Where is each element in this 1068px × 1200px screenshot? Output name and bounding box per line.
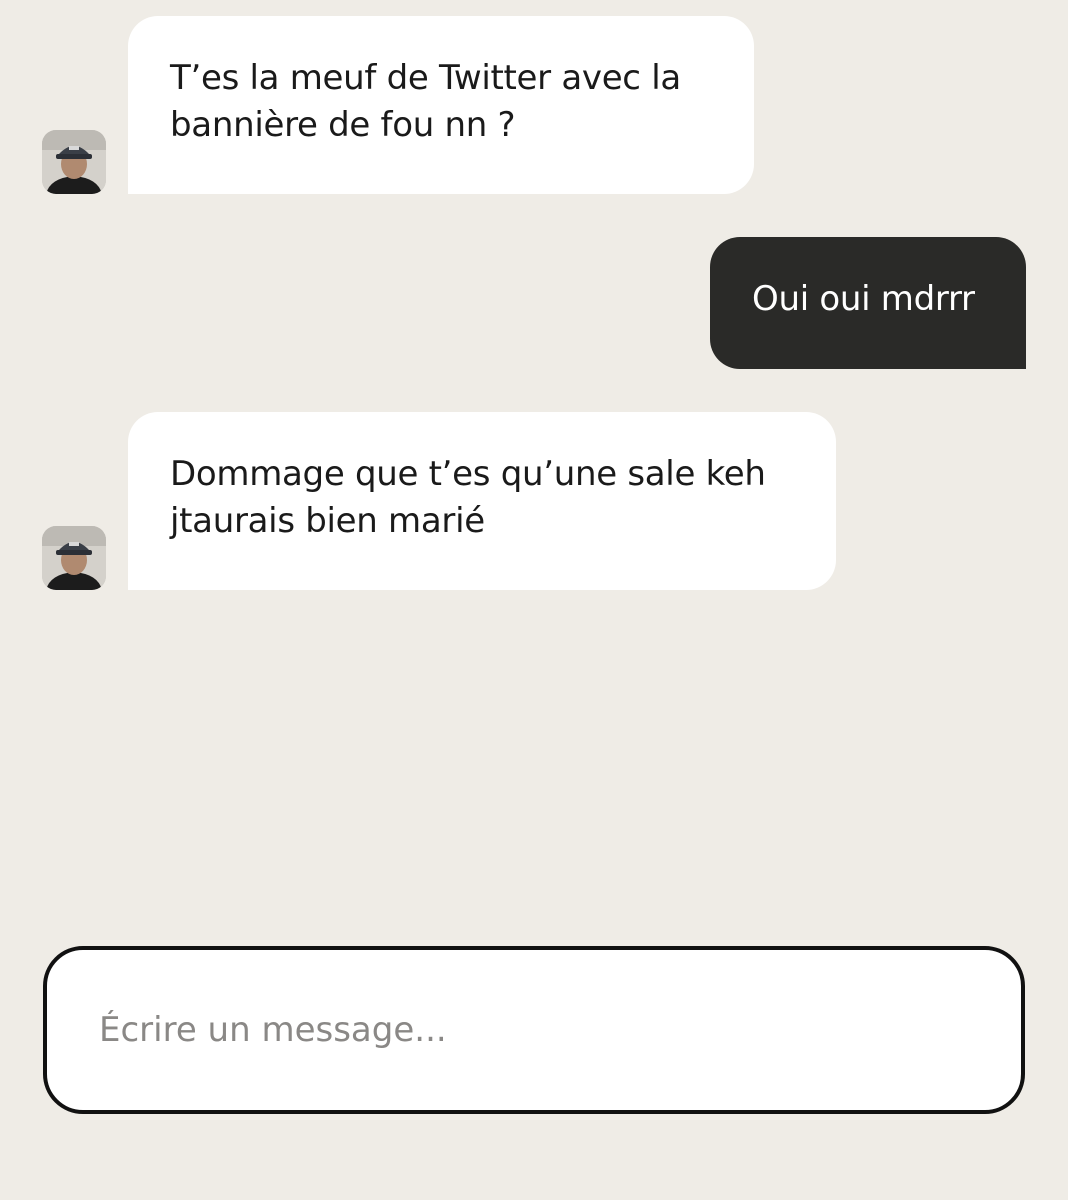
message-thread: T’es la meuf de Twitter avec la bannière… bbox=[0, 0, 1068, 930]
message-text: Oui oui mdrrr bbox=[752, 279, 975, 319]
message-text: T’es la meuf de Twitter avec la bannière… bbox=[170, 58, 681, 145]
incoming-message-bubble[interactable]: T’es la meuf de Twitter avec la bannière… bbox=[128, 16, 754, 194]
message-composer[interactable] bbox=[43, 946, 1025, 1114]
person-photo-icon bbox=[42, 526, 106, 590]
sender-avatar[interactable] bbox=[42, 526, 106, 590]
message-text: Dommage que t’es qu’une sale keh jtaurai… bbox=[170, 454, 766, 541]
incoming-message-bubble[interactable]: Dommage que t’es qu’une sale keh jtaurai… bbox=[128, 412, 836, 590]
outgoing-message-bubble[interactable]: Oui oui mdrrr bbox=[710, 237, 1026, 369]
person-photo-icon bbox=[42, 130, 106, 194]
sender-avatar[interactable] bbox=[42, 130, 106, 194]
message-input[interactable] bbox=[99, 950, 959, 1110]
